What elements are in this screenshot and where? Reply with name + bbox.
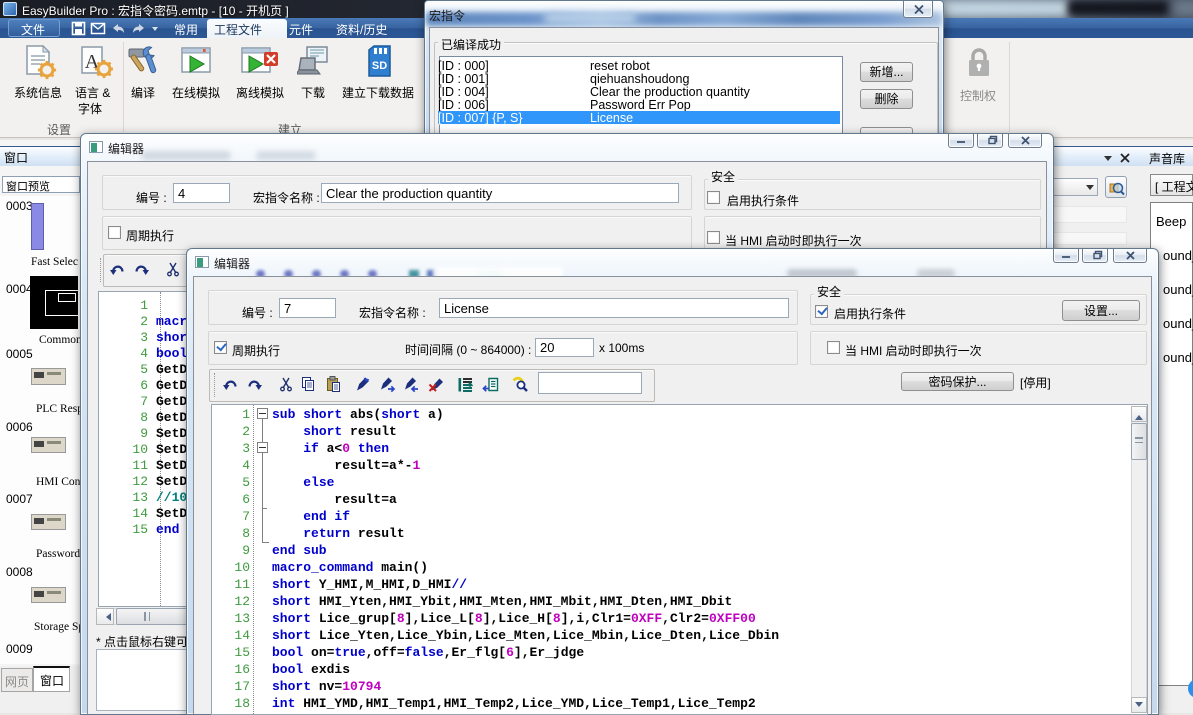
svg-text:SD: SD [372, 60, 387, 72]
